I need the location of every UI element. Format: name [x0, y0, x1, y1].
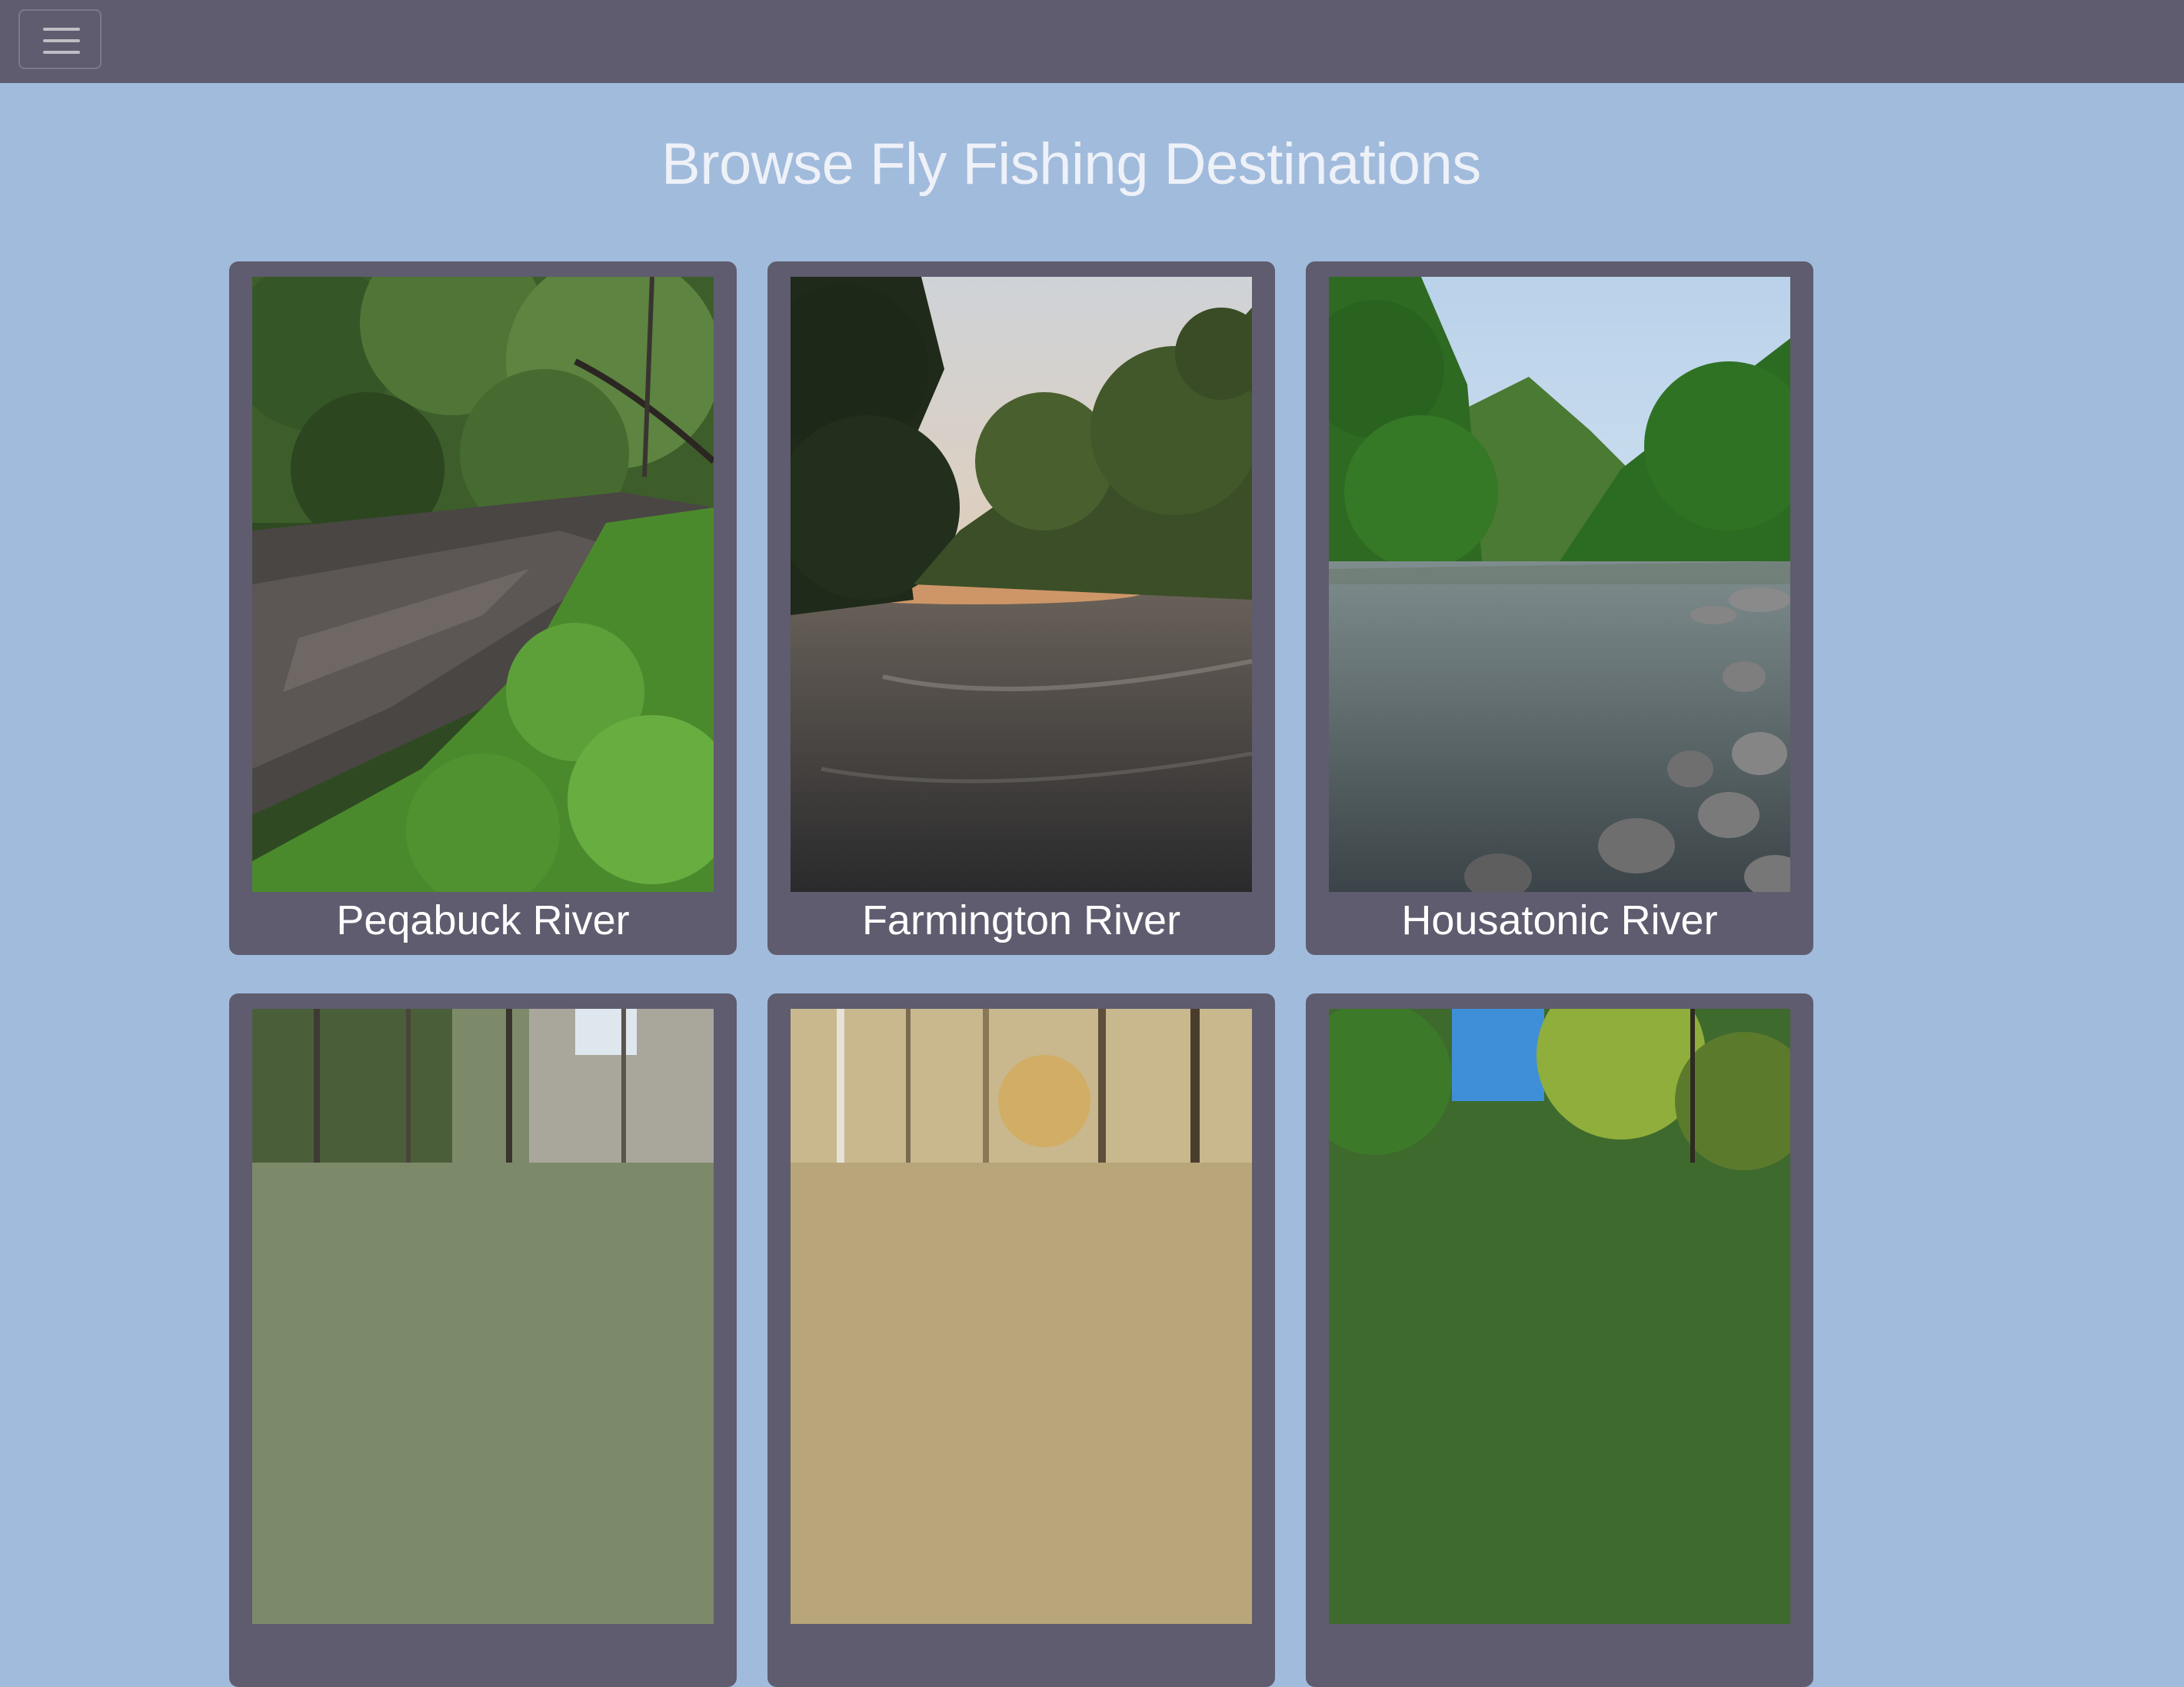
destination-photo [791, 1009, 1252, 1624]
navbar [0, 0, 2184, 83]
destination-name: Housatonic River [1401, 897, 1718, 943]
destination-name: Farmington River [861, 897, 1181, 943]
destination-card[interactable] [1306, 993, 1813, 1687]
destination-card[interactable] [229, 993, 737, 1687]
destination-card[interactable] [767, 993, 1275, 1687]
menu-toggle-button[interactable] [18, 9, 102, 69]
destination-card[interactable]: Housatonic River [1306, 261, 1813, 955]
destination-photo [252, 277, 714, 892]
destination-card[interactable]: Peqabuck River [229, 261, 737, 955]
hamburger-menu-icon [43, 28, 80, 54]
destination-name: Peqabuck River [336, 897, 630, 943]
destination-photo [252, 1009, 714, 1624]
destination-photo [1329, 277, 1790, 892]
destination-photo [1329, 1009, 1790, 1624]
destination-card[interactable]: Farmington River [767, 261, 1275, 955]
destination-photo [791, 277, 1252, 892]
page-title: Browse Fly Fishing Destinations [661, 131, 1481, 197]
